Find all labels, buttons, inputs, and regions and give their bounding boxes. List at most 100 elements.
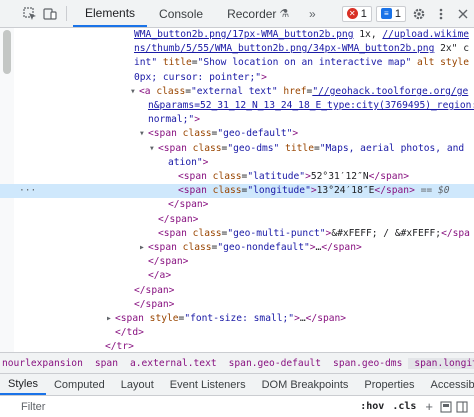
code-token[interactable]: "//geohack.toolforge.org/ge — [312, 86, 468, 97]
tab-dom-breakpoints[interactable]: DOM Breakpoints — [254, 374, 357, 395]
code-token: </span> — [134, 284, 175, 296]
code-token[interactable]: //upload.wikime — [382, 29, 469, 40]
dom-node[interactable]: normal;"> — [0, 113, 474, 127]
expand-arrow-icon[interactable]: ▸ — [139, 241, 148, 255]
code-token: 1x, — [353, 29, 383, 40]
dom-node[interactable]: <span class="geo-multi-punct">&#xFEFF; /… — [0, 227, 474, 241]
styles-filter-bar: Filter :hov .cls + — [0, 396, 474, 417]
code-token: class — [176, 128, 212, 140]
breadcrumb-item[interactable]: span.geo-dms — [327, 358, 408, 369]
tab-console[interactable]: Console — [147, 0, 215, 27]
expand-arrow-icon[interactable]: ▸ — [106, 312, 115, 326]
breadcrumb: nourlexpansion span a.external.text span.ge… — [0, 352, 474, 374]
dom-node[interactable]: ▾ <a class="external text" href="//geohac… — [0, 85, 474, 99]
dom-node[interactable]: int" title="Show location on an interact… — [0, 56, 474, 70]
error-count-badge[interactable]: ✕ 1 — [341, 5, 372, 22]
dom-node[interactable]: ▸ <span style="font-size: small;">…</span… — [0, 312, 474, 326]
more-tabs-icon[interactable]: » — [301, 0, 323, 27]
code-token: "latitude" — [247, 171, 306, 182]
code-token: <span — [148, 128, 177, 140]
message-count-badge[interactable]: ≡ 1 — [375, 5, 406, 22]
code-token: title — [157, 57, 192, 69]
code-token: <span — [148, 242, 177, 253]
collapse-arrow-icon[interactable]: ▾ — [149, 142, 158, 156]
code-token: class — [206, 171, 242, 182]
code-token: 0px; cursor: pointer;" — [134, 71, 262, 83]
code-token: 2x" c — [434, 43, 470, 55]
code-token: "geo-dms" — [227, 142, 280, 154]
dom-node[interactable]: </span> — [0, 255, 474, 269]
code-token[interactable]: WMA_button2b.png/17px-WMA_button2b.png — [134, 29, 354, 40]
class-toggle-button[interactable]: .cls — [388, 401, 420, 412]
code-token: </span> — [168, 199, 209, 211]
code-token: "geo-multi-punct" — [227, 227, 326, 239]
dom-node[interactable]: ation"> — [0, 156, 474, 170]
code-token: href — [277, 85, 307, 97]
dom-node[interactable]: n&params=52_31_12_N_13_24_18_E_type:city… — [0, 99, 474, 113]
dom-node[interactable]: <span class="latitude">52°31′12″N</span> — [0, 170, 474, 184]
error-icon: ✕ — [346, 8, 358, 19]
dom-node[interactable]: ▾ <span class="geo-default"> — [0, 127, 474, 141]
code-token: class — [150, 85, 186, 97]
dom-node[interactable]: ns/thumb/5/55/WMA_button2b.png/34px-WMA_… — [0, 42, 474, 56]
collapse-arrow-icon[interactable]: ▾ — [139, 127, 148, 141]
dom-node[interactable]: </span> — [0, 213, 474, 227]
code-token: == $0 — [414, 185, 450, 197]
code-token: </span> — [134, 298, 175, 310]
code-token: </span> — [148, 256, 189, 268]
dom-node[interactable]: </span> — [0, 298, 474, 312]
dom-node[interactable]: ▾ <span class="geo-dms" title="Maps, aeri… — [0, 142, 474, 156]
code-token: 13°24′18″E — [316, 185, 375, 197]
dom-node[interactable]: WMA_button2b.png/17px-WMA_button2b.png 1… — [0, 28, 474, 42]
new-style-rule-button[interactable]: + — [420, 399, 438, 414]
node-actions-icon[interactable]: ··· — [19, 184, 36, 198]
code-token: "font-size: small;" — [184, 313, 295, 324]
code-token: > — [261, 71, 267, 83]
code-token: <span — [178, 185, 207, 197]
tab-accessibility[interactable]: Accessibility — [423, 374, 474, 395]
tab-properties[interactable]: Properties — [356, 374, 422, 395]
settings-gear-icon[interactable] — [408, 0, 430, 28]
tab-elements[interactable]: Elements — [73, 0, 148, 27]
close-devtools-icon[interactable] — [452, 0, 474, 28]
code-token: > — [202, 156, 209, 168]
code-token: > — [194, 114, 200, 126]
dom-node[interactable]: </a> — [0, 269, 474, 283]
tab-styles[interactable]: Styles — [0, 374, 46, 395]
more-options-icon[interactable] — [430, 0, 452, 28]
collapse-arrow-icon[interactable]: ▾ — [130, 85, 139, 99]
dom-node[interactable]: 0px; cursor: pointer;"> — [0, 71, 474, 85]
dom-node[interactable]: </span> — [0, 284, 474, 298]
dom-node[interactable]: </span> — [0, 198, 474, 212]
dom-node[interactable]: </tr> — [0, 340, 474, 352]
code-token: </span> — [158, 213, 199, 225]
device-toolbar-icon[interactable] — [40, 0, 60, 28]
inspect-element-icon[interactable] — [20, 0, 40, 28]
toggle-element-state-icon[interactable] — [438, 400, 454, 414]
code-token[interactable]: n&params=52_31_12_N_13_24_18_E_type:city… — [148, 100, 474, 111]
code-token[interactable]: ns/thumb/5/55/WMA_button2b.png/34px-WMA_… — [134, 43, 434, 54]
computed-sidebar-icon[interactable] — [454, 400, 470, 414]
breadcrumb-item[interactable]: span.geo-default — [223, 358, 327, 369]
code-token: <span — [158, 227, 187, 239]
dom-node[interactable]: ▸ <span class="geo-nondefault">…</span> — [0, 241, 474, 255]
dom-node-selected[interactable]: ··· <span class="longitude">13°24′18″E</s… — [0, 184, 474, 199]
breadcrumb-item[interactable]: span.longitude — [408, 357, 474, 369]
breadcrumb-item[interactable]: span — [89, 358, 124, 369]
tab-computed[interactable]: Computed — [46, 374, 113, 395]
breadcrumb-item[interactable]: nourlexpansion — [0, 358, 89, 369]
hover-state-button[interactable]: :hov — [356, 401, 388, 412]
code-token: </tr> — [105, 341, 134, 352]
devtools-toolbar: Elements Console Recorder ⚗ » ✕ 1 ≡ 1 — [0, 0, 474, 28]
tab-event-listeners[interactable]: Event Listeners — [162, 374, 254, 395]
tab-recorder[interactable]: Recorder ⚗ — [215, 0, 301, 27]
code-token: "geo-default" — [217, 128, 293, 140]
tab-layout[interactable]: Layout — [113, 374, 162, 395]
dom-node[interactable]: </td> — [0, 326, 474, 340]
code-token: </span> — [374, 185, 415, 197]
code-token: style — [143, 313, 179, 324]
code-token: </a> — [148, 270, 172, 282]
code-token: int" — [134, 57, 158, 69]
filter-input[interactable]: Filter — [0, 401, 356, 413]
breadcrumb-item[interactable]: a.external.text — [124, 358, 223, 369]
